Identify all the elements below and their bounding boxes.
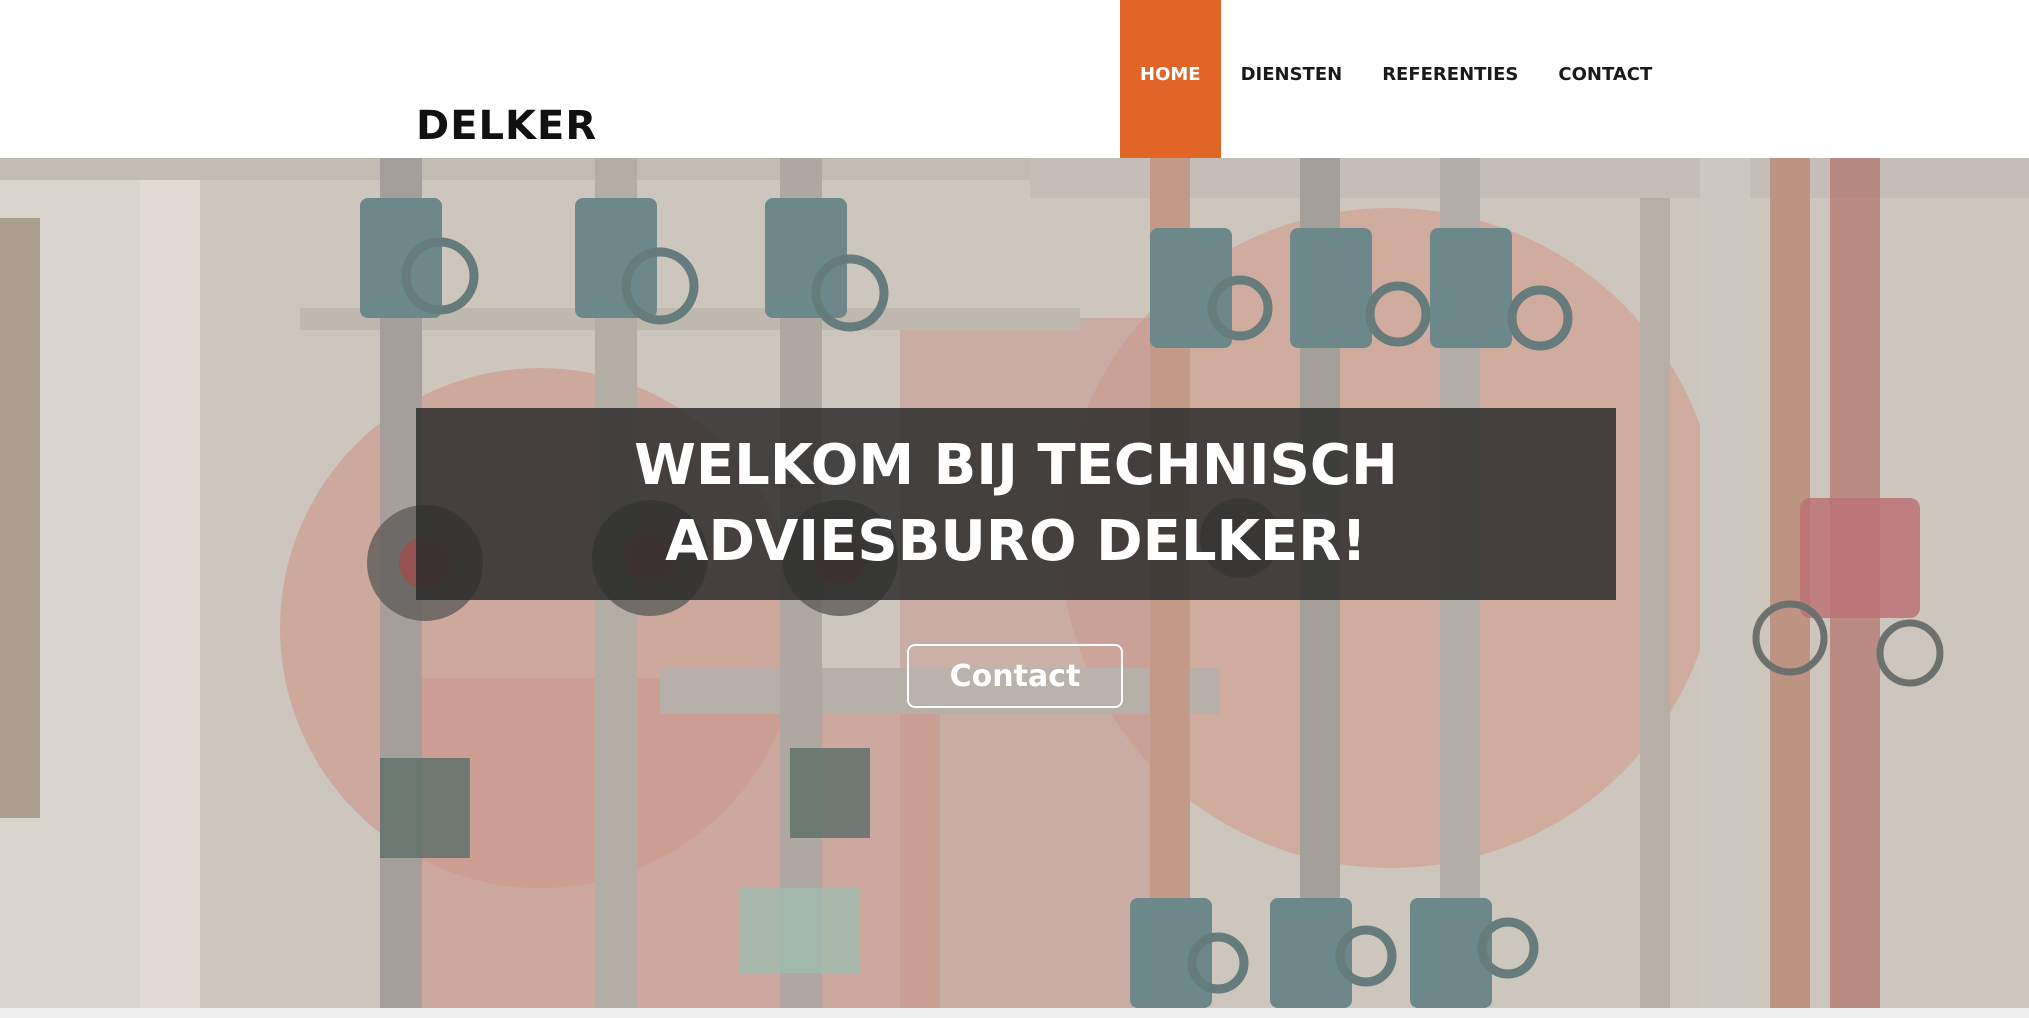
nav-item-contact[interactable]: CONTACT [1538,0,1672,158]
nav-item-referenties[interactable]: REFERENTIES [1362,0,1538,158]
main-nav: HOME DIENSTEN REFERENTIES CONTACT [1120,0,1672,158]
page-bottom-strip [0,1008,2029,1018]
hero-title: WELKOM BIJ TECHNISCH ADVIESBURO DELKER! [634,433,1398,574]
contact-button[interactable]: Contact [907,644,1123,708]
site-header: DELKER HOME DIENSTEN REFERENTIES CONTACT [0,0,2029,158]
hero-section: WELKOM BIJ TECHNISCH ADVIESBURO DELKER! … [0,158,2029,1008]
nav-item-home[interactable]: HOME [1120,0,1221,158]
site-logo[interactable]: DELKER [416,100,597,152]
nav-item-diensten[interactable]: DIENSTEN [1221,0,1363,158]
hero-title-box: WELKOM BIJ TECHNISCH ADVIESBURO DELKER! [416,408,1616,600]
